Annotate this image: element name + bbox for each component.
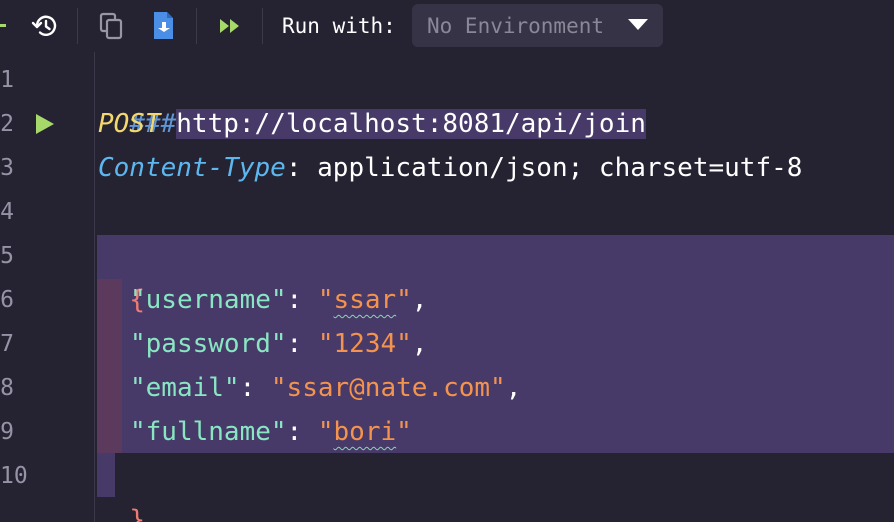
json-key: "username" xyxy=(130,285,287,315)
copy-button[interactable] xyxy=(94,10,128,42)
code-line-1[interactable]: ### 회원가입 시도 xyxy=(98,58,351,139)
line-number: 8 xyxy=(0,375,14,401)
toolbar-separator xyxy=(77,8,78,44)
toolbar-separator xyxy=(196,8,197,44)
code-line-9[interactable]: "fullname": "bori" xyxy=(130,410,412,454)
copy-icon xyxy=(99,12,123,40)
environment-select[interactable]: No Environment xyxy=(412,4,663,47)
header-separator: : xyxy=(285,153,302,183)
run-with-label: Run with: xyxy=(282,14,396,38)
convert-file-icon xyxy=(154,12,173,39)
line-number: 6 xyxy=(0,287,14,313)
run-all-requests-button[interactable] xyxy=(213,10,247,42)
history-button[interactable] xyxy=(28,10,62,42)
code-line-7[interactable]: "password": "1234", xyxy=(130,322,427,366)
json-string-value: bori xyxy=(333,417,397,447)
code-line-3[interactable]: Content-Type: application/json; charset=… xyxy=(98,146,802,190)
line-number: 2 xyxy=(0,111,14,137)
json-quote: " xyxy=(396,417,412,447)
header-name: Content-Type xyxy=(98,153,286,183)
json-quote: " xyxy=(396,285,412,315)
json-comma: , xyxy=(505,373,522,403)
add-icon[interactable] xyxy=(0,24,6,27)
http-method: POST xyxy=(98,109,161,139)
history-icon xyxy=(31,15,57,36)
json-colon: : xyxy=(286,329,318,359)
code-line-5[interactable]: { xyxy=(98,234,145,315)
header-value: application/json; charset=utf-8 xyxy=(301,153,803,183)
json-key: "fullname" xyxy=(130,417,287,447)
line-number: 4 xyxy=(0,199,14,225)
json-comma: , xyxy=(411,285,428,315)
toolbar-separator xyxy=(262,8,263,44)
code-line-8[interactable]: "email": "ssar@nate.com", xyxy=(130,366,521,410)
json-key: "password" xyxy=(130,329,287,359)
json-string-value: "1234" xyxy=(317,329,412,359)
json-close-brace: } xyxy=(129,505,145,522)
json-key: "email" xyxy=(130,373,240,403)
environment-select-value: No Environment xyxy=(427,14,605,38)
line-number: 7 xyxy=(0,331,14,357)
http-client-toolbar: Run with: No Environment xyxy=(0,0,894,52)
json-string-value: "ssar@nate.com" xyxy=(270,373,506,403)
code-line-6[interactable]: "username": "ssar", xyxy=(130,278,427,322)
json-quote: " xyxy=(317,285,334,315)
run-request-gutter-icon[interactable] xyxy=(36,114,54,134)
request-url: http://localhost:8081/api/join xyxy=(176,109,646,139)
code-line-2[interactable]: POST http://localhost:8081/api/join xyxy=(98,102,646,146)
run-all-icon xyxy=(220,19,239,33)
line-number: 10 xyxy=(0,463,28,489)
line-number: 1 xyxy=(0,67,14,93)
chevron-down-icon xyxy=(628,19,648,30)
json-comma: , xyxy=(411,329,428,359)
json-string-value: ssar xyxy=(333,285,397,315)
json-quote: " xyxy=(317,417,334,447)
convert-to-curl-button[interactable] xyxy=(146,10,180,42)
line-number: 3 xyxy=(0,155,14,181)
code-line-10[interactable]: } xyxy=(98,454,145,522)
json-colon: : xyxy=(286,417,318,447)
line-number: 9 xyxy=(0,419,14,445)
line-number: 5 xyxy=(0,243,14,269)
json-colon: : xyxy=(286,285,318,315)
json-colon: : xyxy=(239,373,271,403)
indent-guide xyxy=(94,52,95,522)
